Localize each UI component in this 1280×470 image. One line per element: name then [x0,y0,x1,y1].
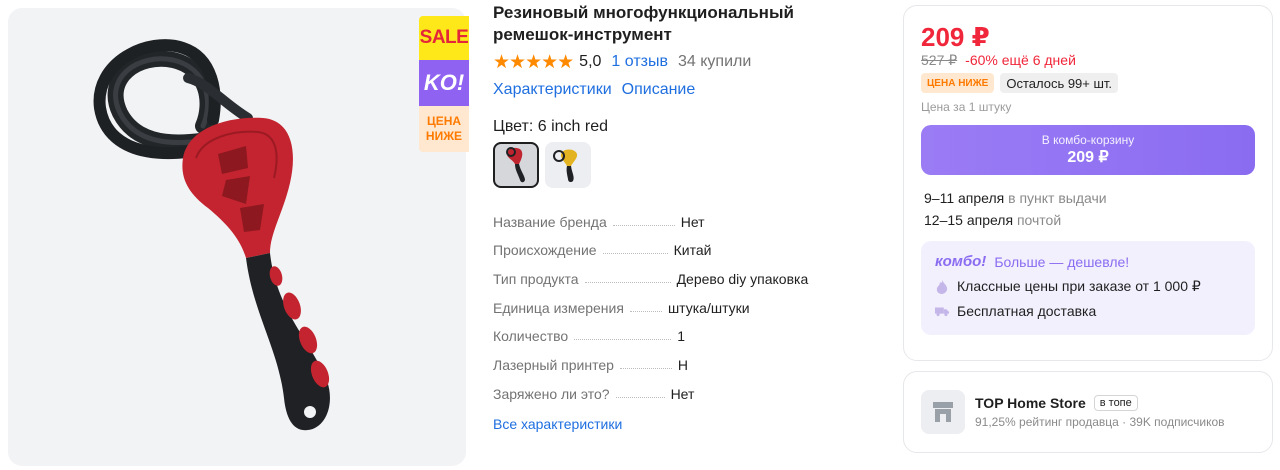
product-image[interactable] [8,8,466,466]
spec-name: Лазерный принтер [493,357,614,374]
product-info: Резиновый многофункциональный ремешок-ин… [493,2,873,432]
product-title: Резиновый многофункциональный ремешок-ин… [493,3,794,44]
current-price: 209 ₽ [921,22,990,52]
combo-promo-card[interactable]: комбо! Больше — дешевле! Классные цены п… [921,241,1255,335]
spec-name: Тип продукта [493,271,579,288]
store-icon [921,390,965,434]
spec-leader [615,396,665,398]
seller-card[interactable]: TOP Home Store в топе 91,25% рейтинг про… [903,371,1273,453]
delivery-option-post: 12–15 апреля почтой [924,209,1255,231]
spec-name: Заряжено ли это? [493,385,610,402]
delivery-date: 12–15 апреля [924,212,1014,228]
tab-description[interactable]: Описание [622,81,696,99]
spec-leader [574,339,672,341]
seller-name[interactable]: TOP Home Store [975,395,1086,411]
rating-stars-icon: ★★★★★ [493,51,574,73]
seller-rating: 91,25% рейтинг продавца [975,415,1119,429]
spec-row: Тип продукта Дерево diy упаковка [493,258,873,287]
spec-value: Китай [673,242,712,259]
delivery-method: в пункт выдачи [1008,190,1107,206]
spec-leader [629,310,662,312]
spec-leader [602,253,668,255]
delivery-method: почтой [1016,212,1062,228]
spec-value: 1 [677,328,685,345]
sale-badge: SALE [419,16,469,60]
unit-price-note: Цена за 1 штуку [921,100,1012,114]
seller-name-row: TOP Home Store в топе [975,395,1225,411]
ko-badge: KO! [419,60,469,106]
spec-leader [584,282,671,284]
spec-list: Название бренда Нет Происхождение Китай … [493,201,873,402]
spec-leader [619,368,672,370]
spec-leader [612,224,675,226]
spec-row: Количество 1 [493,316,873,345]
price-tags: ЦЕНА НИЖЕ Осталось 99+ шт. [921,73,1255,93]
add-to-combo-cart-button[interactable]: В комбо-корзину 209 ₽ [921,125,1255,175]
all-specs-link[interactable]: Все характеристики [493,416,873,432]
color-swatches [493,142,873,188]
spec-row: Происхождение Китай [493,230,873,259]
swatch-red-thumbnail [506,147,525,183]
promo-badges: SALE KO! ЦЕНА НИЖЕ [419,16,469,152]
spec-name: Происхождение [493,242,597,259]
rating-score: 5,0 [579,53,602,70]
spec-name: Единица измерения [493,299,624,316]
low-price-badge-line1: ЦЕНА [426,114,462,128]
stock-tag: Осталось 99+ шт. [1000,73,1119,93]
spec-name: Количество [493,328,569,345]
spec-value: Н [677,357,689,374]
meta-separator: · [1122,415,1130,429]
swatch-yellow[interactable] [545,142,591,188]
reviews-link[interactable]: 1 отзыв [611,53,668,71]
spec-row: Название бренда Нет [493,201,873,230]
tab-characteristics[interactable]: Характеристики [493,81,612,99]
combo-header: комбо! Больше — дешевле! [935,253,1241,270]
product-gallery[interactable] [8,8,466,466]
spec-row: Заряжено ли это? Нет [493,373,873,402]
delivery-option-pickup: 9–11 апреля в пункт выдачи [924,187,1255,209]
combo-logo: комбо! [935,253,987,270]
spec-value: Дерево diy упаковка [676,271,809,288]
discount-label: -60% ещё 6 дней [965,52,1076,68]
old-price: 527 ₽ [921,52,958,68]
spec-name: Название бренда [493,213,607,230]
combo-button-price: 209 ₽ [1067,149,1109,166]
spec-value: штука/штуки [667,299,750,316]
truck-icon [935,305,949,317]
combo-perk: Бесплатная доставка [935,303,1241,319]
low-price-badge: ЦЕНА НИЖЕ [419,106,469,152]
combo-perk-text: Классные цены при заказе от 1 000 ₽ [957,278,1201,294]
spec-value: Нет [670,385,695,402]
swatch-yellow-thumbnail [553,149,578,183]
combo-subtitle: Больше — дешевле! [994,253,1130,270]
combo-perk-text: Бесплатная доставка [957,303,1097,319]
seller-details: TOP Home Store в топе 91,25% рейтинг про… [975,395,1225,429]
delivery-date: 9–11 апреля [924,190,1005,206]
spec-row: Единица измерения штука/штуки [493,287,873,316]
color-label: Цвет: 6 inch red [493,118,609,135]
seller-meta: 91,25% рейтинг продавца · 39K подписчико… [975,415,1225,429]
info-tabs: Характеристики Описание [493,81,873,99]
seller-subscribers: 39K подписчиков [1129,415,1225,429]
combo-button-label: В комбо-корзину [1041,133,1135,147]
flame-icon [935,279,949,294]
bought-count: 34 купили [677,53,752,70]
rating-row: ★★★★★ 5,0 1 отзыв 34 купили [493,50,873,74]
spec-row: Лазерный принтер Н [493,344,873,373]
top-seller-badge: в топе [1093,395,1138,411]
old-price-row: 527 ₽ -60% ещё 6 дней [921,52,1255,69]
low-price-badge-line2: НИЖЕ [425,129,463,143]
buy-box: 209 ₽ 527 ₽ -60% ещё 6 дней ЦЕНА НИЖЕ Ос… [903,5,1273,361]
spec-value: Нет [680,213,705,230]
combo-perk: Классные цены при заказе от 1 000 ₽ [935,278,1241,295]
swatch-red[interactable] [493,142,539,188]
low-price-tag: ЦЕНА НИЖЕ [921,73,995,93]
delivery-options: 9–11 апреля в пункт выдачи 12–15 апреля … [921,187,1255,231]
